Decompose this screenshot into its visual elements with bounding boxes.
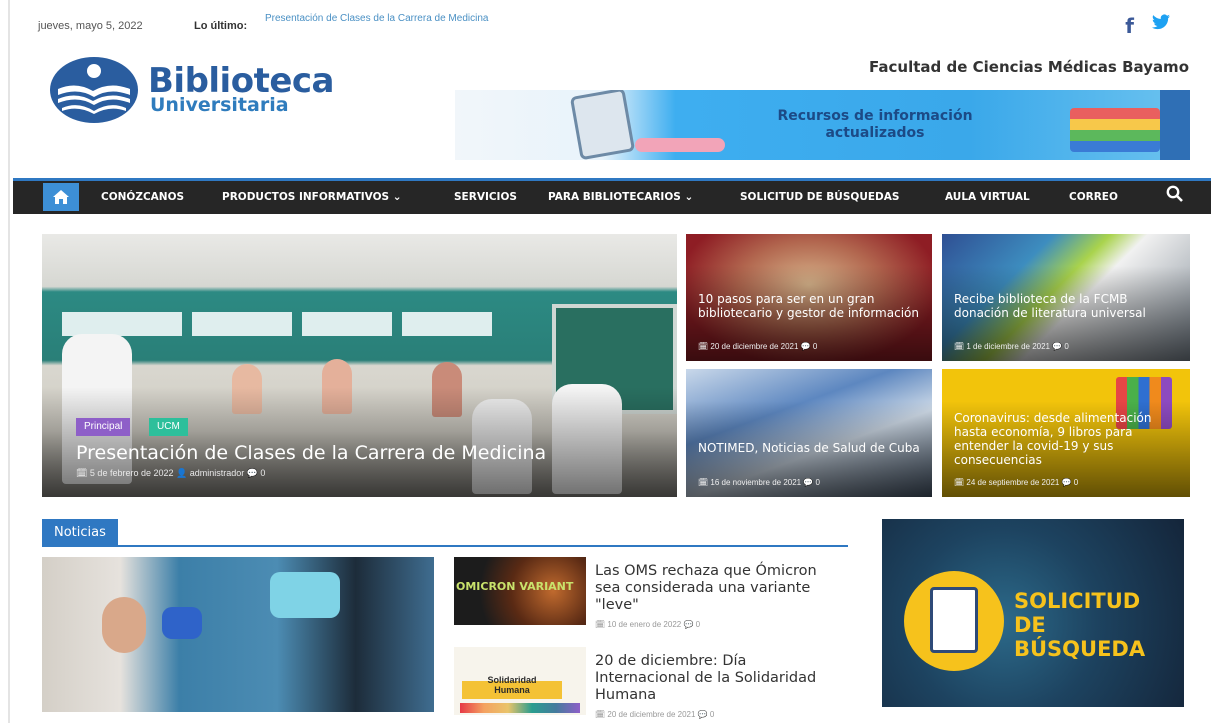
- news-title[interactable]: 20 de diciembre: Día Internacional de la…: [595, 653, 845, 704]
- book-logo-icon: [48, 55, 140, 125]
- latest-label: Lo último:: [194, 20, 248, 32]
- section-header-noticias: Noticias: [42, 519, 848, 547]
- window: [192, 312, 292, 336]
- page: jueves, mayo 5, 2022 Lo último: Presenta…: [0, 0, 1211, 723]
- tile-title[interactable]: Coronavirus: desde alimentación hasta ec…: [954, 411, 1184, 467]
- tile-title[interactable]: 10 pasos para ser en un gran bibliotecar…: [698, 292, 920, 320]
- banner-text: Recursos de información actualizados: [777, 108, 973, 141]
- header-banner[interactable]: Recursos de información actualizados: [455, 90, 1190, 160]
- thumbnail-text: OMICRON VARIANT: [456, 580, 574, 593]
- tile-meta: 🗓 24 de septiembre de 2021 💬 0: [954, 478, 1079, 487]
- news-item[interactable]: Solidaridad Humana 20 de diciembre: Día …: [454, 647, 848, 723]
- search-request-banner[interactable]: SOLICITUD DE BÚSQUEDA: [882, 519, 1184, 707]
- tile-title[interactable]: NOTIMED, Noticias de Salud de Cuba: [698, 441, 926, 455]
- person-illustration: [635, 138, 725, 152]
- faculty-name: Facultad de Ciencias Médicas Bayamo: [869, 58, 1189, 76]
- facebook-icon[interactable]: f: [1125, 14, 1134, 38]
- logo-subtitle: Universitaria: [150, 94, 289, 116]
- nav-item-productos[interactable]: PRODUCTOS INFORMATIVOS ⌄: [222, 191, 402, 203]
- featured-tile[interactable]: Coronavirus: desde alimentación hasta ec…: [942, 369, 1190, 497]
- home-button[interactable]: [43, 183, 79, 211]
- tag-ucm[interactable]: UCM: [149, 418, 188, 436]
- section-title[interactable]: Noticias: [42, 519, 118, 547]
- clipboard-icon: [930, 587, 978, 653]
- window: [62, 312, 182, 336]
- social-links: f: [1125, 14, 1170, 38]
- news-thumbnail[interactable]: Solidaridad Humana: [454, 647, 586, 715]
- featured-tile[interactable]: NOTIMED, Noticias de Salud de Cuba 🗓 16 …: [686, 369, 932, 497]
- banner-text: SOLICITUD DE BÚSQUEDA: [1014, 589, 1146, 661]
- tile-meta: 🗓 16 de noviembre de 2021 💬 0: [698, 478, 820, 487]
- nav-item-bibliotecarios[interactable]: PARA BIBLIOTECARIOS ⌄: [548, 191, 693, 203]
- twitter-icon[interactable]: [1152, 14, 1170, 38]
- search-icon[interactable]: [1166, 185, 1183, 207]
- home-icon: [53, 190, 69, 204]
- featured-tile[interactable]: 10 pasos para ser en un gran bibliotecar…: [686, 234, 932, 361]
- latest-news-link[interactable]: Presentación de Clases de la Carrera de …: [265, 13, 488, 24]
- phone-illustration: [569, 90, 636, 160]
- window: [302, 312, 392, 336]
- glove-figure: [162, 607, 202, 639]
- thumbnail-text: Solidaridad Humana: [487, 675, 537, 695]
- nav-item-correo[interactable]: CORREO: [1069, 191, 1118, 203]
- news-meta: 🗓 20 de diciembre de 2021 💬 0: [595, 710, 715, 719]
- tile-meta: 🗓 20 de diciembre de 2021 💬 0: [698, 342, 818, 351]
- nav-item-conozcanos[interactable]: CONÓZCANOS: [101, 191, 184, 203]
- nav-item-solicitud[interactable]: SOLICITUD DE BÚSQUEDAS: [740, 191, 899, 203]
- top-bar: jueves, mayo 5, 2022 Lo último: Presenta…: [38, 10, 1188, 38]
- nav-item-servicios[interactable]: SERVICIOS: [454, 191, 517, 203]
- tag-principal[interactable]: Principal: [76, 418, 131, 436]
- main-nav: CONÓZCANOS PRODUCTOS INFORMATIVOS ⌄ SERV…: [13, 178, 1211, 214]
- nav-item-aula-virtual[interactable]: AULA VIRTUAL: [945, 191, 1030, 203]
- page-border: [8, 0, 10, 723]
- featured-main-title[interactable]: Presentación de Clases de la Carrera de …: [76, 442, 546, 464]
- books-illustration: [1070, 108, 1160, 152]
- banner-edge: [1160, 90, 1190, 160]
- rainbow-decoration: [460, 703, 580, 713]
- tile-meta: 🗓 1 de diciembre de 2021 💬 0: [954, 342, 1069, 351]
- news-meta: 🗓 10 de enero de 2022 💬 0: [595, 620, 701, 629]
- face-shield-figure: [270, 572, 340, 618]
- news-item[interactable]: OMICRON VARIANT Las OMS rechaza que Ómic…: [454, 557, 848, 639]
- window: [402, 312, 492, 336]
- featured-tile[interactable]: Recibe biblioteca de la FCMB donación de…: [942, 234, 1190, 361]
- site-logo[interactable]: Biblioteca Universitaria: [48, 55, 358, 125]
- tile-title[interactable]: Recibe biblioteca de la FCMB donación de…: [954, 292, 1182, 320]
- news-title[interactable]: Las OMS rechaza que Ómicron sea consider…: [595, 563, 845, 614]
- news-main-image[interactable]: [42, 557, 434, 712]
- news-thumbnail[interactable]: OMICRON VARIANT: [454, 557, 586, 625]
- current-date: jueves, mayo 5, 2022: [38, 20, 143, 32]
- featured-main-meta: 🗓 5 de febrero de 2022 👤 administrador 💬…: [76, 468, 266, 478]
- patient-figure: [102, 597, 146, 653]
